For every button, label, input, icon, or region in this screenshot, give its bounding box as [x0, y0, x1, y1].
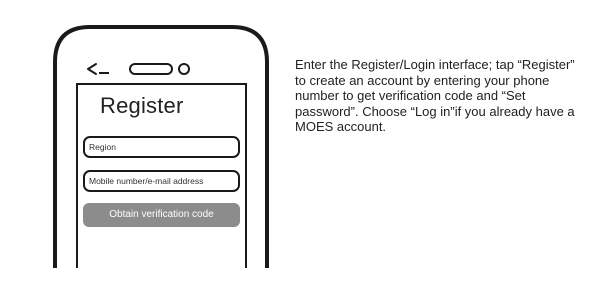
- instruction-text: Enter the Register/Login interface; tap …: [295, 57, 575, 134]
- mobile-email-field[interactable]: Mobile number/e-mail address: [83, 170, 240, 192]
- obtain-verification-code-button[interactable]: Obtain verification code: [83, 203, 240, 227]
- camera-dot-icon: [178, 63, 190, 75]
- register-screen-title: Register: [100, 93, 184, 118]
- region-field[interactable]: Region: [83, 136, 240, 158]
- back-arrow-icon: [87, 63, 109, 75]
- speaker-slot-icon: [129, 63, 173, 75]
